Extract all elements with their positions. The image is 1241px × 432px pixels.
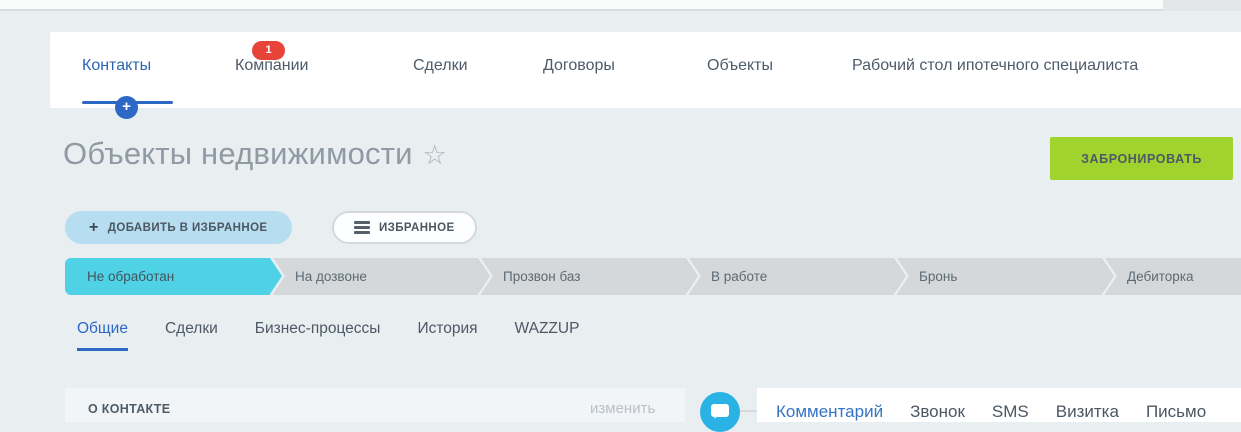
timeline-composer-panel: Комментарий Звонок SMS Визитка Письмо xyxy=(757,388,1241,422)
stage-base-calling[interactable]: Прозвон баз xyxy=(481,258,686,295)
timeline-tabs: Комментарий Звонок SMS Визитка Письмо xyxy=(776,402,1206,422)
top-strip-corner xyxy=(1163,0,1241,11)
stage-pipeline: Не обработан На дозвоне Прозвон баз В ра… xyxy=(65,258,1241,295)
nav-item-objects[interactable]: Объекты xyxy=(707,57,773,75)
nav-item-label: Рабочий стол ипотечного специалиста xyxy=(852,57,1138,74)
add-to-favorites-label: ДОБАВИТЬ В ИЗБРАННОЕ xyxy=(108,222,268,234)
stage-receivables[interactable]: Дебиторка xyxy=(1105,258,1241,295)
timeline-tab-call[interactable]: Звонок xyxy=(910,402,965,422)
timeline-tab-letter[interactable]: Письмо xyxy=(1146,402,1206,422)
tab-general[interactable]: Общие xyxy=(77,320,128,351)
timeline-tab-comment[interactable]: Комментарий xyxy=(776,402,883,422)
page-title: Объекты недвижимости ☆ xyxy=(63,136,447,172)
book-button[interactable]: ЗАБРОНИРОВАТЬ xyxy=(1050,137,1233,180)
nav-item-label: Контакты xyxy=(82,57,151,74)
stage-not-processed[interactable]: Не обработан xyxy=(65,258,270,295)
nav-item-contacts[interactable]: Контакты 1 xyxy=(82,57,151,75)
nav-item-label: Договоры xyxy=(543,57,615,74)
plus-icon: + xyxy=(89,219,99,237)
stage-in-progress[interactable]: В работе xyxy=(689,258,894,295)
list-icon xyxy=(354,219,370,237)
comment-bubble-icon xyxy=(700,392,740,432)
about-contact-heading: О КОНТАКТЕ xyxy=(88,402,170,416)
favorites-label: ИЗБРАННОЕ xyxy=(379,222,455,234)
nav-item-deals[interactable]: Сделки xyxy=(413,57,468,75)
nav-item-label: Объекты xyxy=(707,57,773,74)
detail-tabs: Общие Сделки Бизнес-процессы История WAZ… xyxy=(77,320,579,351)
timeline-tab-sms[interactable]: SMS xyxy=(992,402,1029,422)
timeline-tab-card[interactable]: Визитка xyxy=(1056,402,1119,422)
add-to-favorites-button[interactable]: + ДОБАВИТЬ В ИЗБРАННОЕ xyxy=(65,211,292,244)
crm-nav-bar: Контакты 1 Компании Сделки Договоры Объе… xyxy=(50,32,1241,108)
nav-item-contracts[interactable]: Договоры xyxy=(543,57,615,75)
speech-bubble-shape xyxy=(711,404,729,417)
about-contact-panel: О КОНТАКТЕ изменить xyxy=(65,388,685,422)
stage-booking[interactable]: Бронь xyxy=(897,258,1102,295)
favorites-button[interactable]: ИЗБРАННОЕ xyxy=(332,211,477,244)
stage-dialing[interactable]: На дозвоне xyxy=(273,258,478,295)
tab-wazzup[interactable]: WAZZUP xyxy=(515,320,580,351)
nav-item-companies[interactable]: Компании xyxy=(235,57,309,75)
browser-top-strip xyxy=(0,0,1241,11)
timeline-connector-line xyxy=(738,410,758,412)
tab-deals[interactable]: Сделки xyxy=(165,320,218,351)
add-tab-plus-icon[interactable]: + xyxy=(115,96,138,119)
tab-business-processes[interactable]: Бизнес-процессы xyxy=(255,320,381,351)
nav-item-label: Компании xyxy=(235,57,309,74)
nav-item-label: Сделки xyxy=(413,57,468,74)
page-title-text: Объекты недвижимости xyxy=(63,136,413,171)
favorite-star-icon[interactable]: ☆ xyxy=(423,140,447,170)
nav-item-mortgage-desktop[interactable]: Рабочий стол ипотечного специалиста xyxy=(852,57,1138,75)
edit-link[interactable]: изменить xyxy=(590,400,655,417)
tab-history[interactable]: История xyxy=(417,320,477,351)
